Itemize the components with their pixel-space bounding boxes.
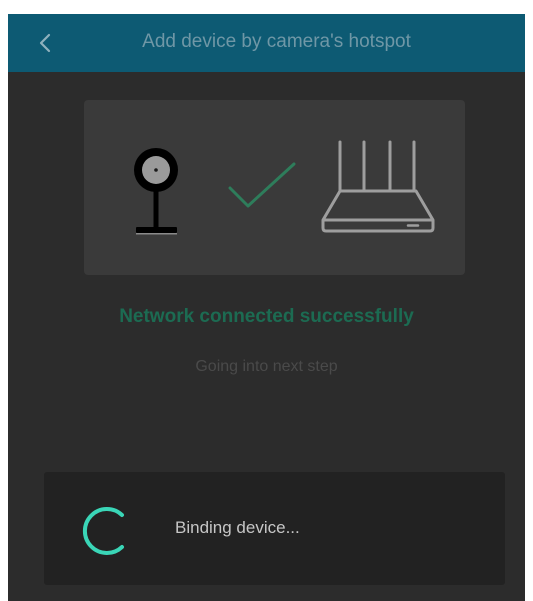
app-screen: Add device by camera's hotspot Network c… [8,14,525,601]
connection-status-title: Network connected successfully [119,306,414,327]
checkmark-icon [228,162,296,208]
chevron-left-icon [39,33,51,53]
binding-dialog: Binding device... [44,472,505,585]
router-icon [321,140,435,233]
back-button[interactable] [28,26,62,60]
camera-icon [134,148,178,235]
loading-spinner-icon [82,507,124,555]
connection-status-subtitle: Going into next step [195,358,338,375]
top-app-bar: Add device by camera's hotspot [8,14,525,72]
connection-illustration [84,100,465,275]
page-title: Add device by camera's hotspot [142,31,411,52]
binding-status-label: Binding device... [175,518,300,537]
